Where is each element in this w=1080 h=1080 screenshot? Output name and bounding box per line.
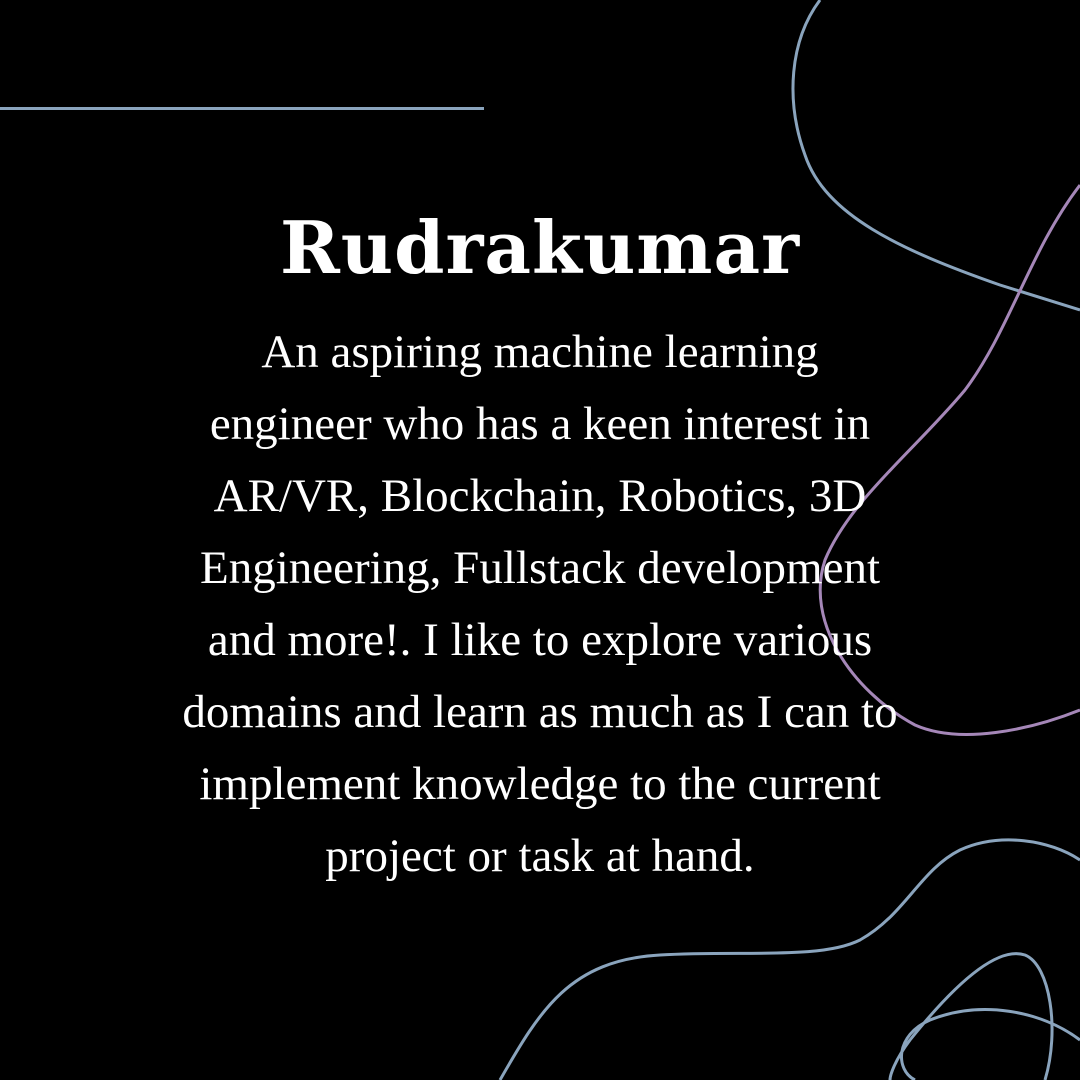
bio-line: An aspiring machine learning [261, 326, 819, 378]
top-divider-line [0, 107, 484, 110]
bio-line: project or task at hand. [325, 830, 755, 882]
bio-line: implement knowledge to the current [199, 758, 881, 810]
profile-name: Rudrakumar [279, 205, 801, 290]
blue-loop-bottom-right [888, 952, 1080, 1080]
bio-line: domains and learn as much as I can to [182, 686, 898, 738]
slide-canvas: Rudrakumar An aspiring machine learning … [0, 0, 1080, 1080]
bio-line: Engineering, Fullstack development [199, 542, 881, 594]
profile-bio: An aspiring machine learning engineer wh… [90, 316, 990, 892]
bio-line: and more!. I like to explore various [207, 614, 873, 666]
bio-line: engineer who has a keen interest in [209, 398, 871, 450]
bio-line: AR/VR, Blockchain, Robotics, 3D [213, 470, 867, 522]
